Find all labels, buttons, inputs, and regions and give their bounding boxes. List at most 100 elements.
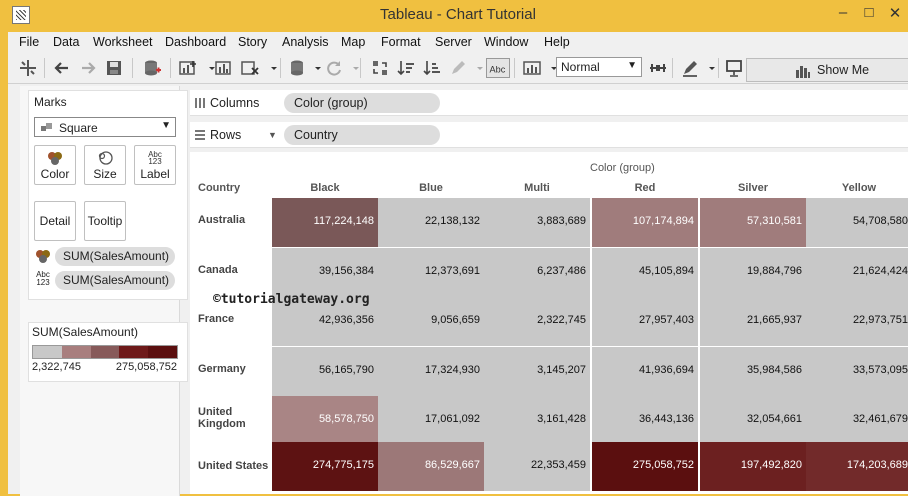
view-cards-icon[interactable] <box>522 58 542 78</box>
heatmap-cell[interactable]: 36,443,136 <box>592 396 698 445</box>
heatmap-cell[interactable]: 12,373,691 <box>378 248 484 297</box>
label-button[interactable]: Abc 123 Label <box>134 145 176 185</box>
heatmap-cell[interactable]: 17,324,930 <box>378 347 484 396</box>
pen-dropdown-icon[interactable] <box>702 58 715 78</box>
heatmap-cell[interactable]: 56,165,790 <box>272 347 378 396</box>
column-header-black[interactable]: Black <box>272 182 378 194</box>
clear-sheet-icon[interactable] <box>240 58 260 78</box>
sort-ascending-icon[interactable] <box>396 58 416 78</box>
mark-type-select[interactable]: Square ▼ <box>34 117 176 137</box>
maximize-button[interactable]: □ <box>856 4 882 21</box>
column-header-red[interactable]: Red <box>592 182 698 194</box>
heatmap-cell[interactable]: 2,322,745 <box>484 297 590 346</box>
heatmap-cell[interactable]: 35,984,586 <box>700 347 806 396</box>
refresh-icon[interactable] <box>324 58 344 78</box>
menu-map[interactable]: Map <box>341 35 365 49</box>
heatmap-cell[interactable]: 19,884,796 <box>700 248 806 297</box>
heatmap-cell[interactable]: 86,529,667 <box>378 442 484 491</box>
row-header-australia[interactable]: Australia <box>198 214 278 226</box>
row-header-united-states[interactable]: United States <box>198 460 278 472</box>
menu-window[interactable]: Window <box>484 35 528 49</box>
data-connection-dropdown-icon[interactable] <box>308 58 321 78</box>
heatmap-cell[interactable]: 17,061,092 <box>378 396 484 445</box>
heatmap-cell[interactable]: 21,624,424 <box>806 248 908 297</box>
heatmap-cell[interactable]: 174,203,689 <box>806 442 908 491</box>
show-me-button[interactable]: Show Me <box>746 58 908 82</box>
highlight-dropdown-icon[interactable] <box>470 58 483 78</box>
heatmap-cell[interactable]: 3,883,689 <box>484 198 590 247</box>
color-pill[interactable]: SUM(SalesAmount) <box>55 247 175 266</box>
view-cards-dropdown-icon[interactable] <box>544 58 557 78</box>
heatmap-cell[interactable]: 54,708,580 <box>806 198 908 247</box>
show-mark-labels-icon[interactable]: Abc <box>486 58 510 78</box>
heatmap-cell[interactable]: 33,573,095 <box>806 347 908 396</box>
heatmap-cell[interactable]: 6,237,486 <box>484 248 590 297</box>
columns-shelf[interactable]: Columns Color (group) <box>190 90 908 116</box>
clear-sheet-dropdown-icon[interactable] <box>264 58 277 78</box>
heatmap-cell[interactable]: 57,310,581 <box>700 198 806 247</box>
heatmap-cell[interactable]: 45,105,894 <box>592 248 698 297</box>
menu-worksheet[interactable]: Worksheet <box>93 35 153 49</box>
column-header-blue[interactable]: Blue <box>378 182 484 194</box>
undo-icon[interactable] <box>52 58 72 78</box>
detail-button[interactable]: Detail <box>34 201 76 241</box>
column-header-silver[interactable]: Silver <box>700 182 806 194</box>
legend-color-ramp[interactable] <box>32 345 178 359</box>
heatmap-cell[interactable]: 9,056,659 <box>378 297 484 346</box>
fit-select[interactable]: Normal ▼ <box>556 57 642 77</box>
heatmap-cell[interactable]: 3,161,428 <box>484 396 590 445</box>
menu-help[interactable]: Help <box>544 35 570 49</box>
save-icon[interactable] <box>104 58 124 78</box>
tooltip-button[interactable]: Tooltip <box>84 201 126 241</box>
heatmap-cell[interactable]: 3,145,207 <box>484 347 590 396</box>
row-header-france[interactable]: France <box>198 313 278 325</box>
heatmap-cell[interactable]: 41,936,694 <box>592 347 698 396</box>
heatmap-cell[interactable]: 58,578,750 <box>272 396 378 445</box>
pen-icon[interactable] <box>680 58 700 78</box>
new-worksheet-icon[interactable] <box>178 58 198 78</box>
menu-story[interactable]: Story <box>238 35 267 49</box>
heatmap-cell[interactable]: 39,156,384 <box>272 248 378 297</box>
color-button[interactable]: Color <box>34 145 76 185</box>
heatmap-cell[interactable]: 22,973,751 <box>806 297 908 346</box>
fix-axes-icon[interactable] <box>648 58 668 78</box>
row-header-united-kingdom[interactable]: United Kingdom <box>198 406 278 430</box>
row-header-canada[interactable]: Canada <box>198 264 278 276</box>
heatmap-cell[interactable]: 22,138,132 <box>378 198 484 247</box>
sort-descending-icon[interactable] <box>422 58 442 78</box>
duplicate-sheet-icon[interactable] <box>214 58 234 78</box>
heatmap-cell[interactable]: 117,224,148 <box>272 198 378 247</box>
heatmap-cell[interactable]: 32,054,661 <box>700 396 806 445</box>
highlight-icon[interactable] <box>448 58 468 78</box>
tableau-logo-icon[interactable] <box>18 58 38 78</box>
menu-format[interactable]: Format <box>381 35 421 49</box>
label-pill[interactable]: SUM(SalesAmount) <box>55 271 175 290</box>
menu-dashboard[interactable]: Dashboard <box>165 35 226 49</box>
heatmap-cell[interactable]: 27,957,403 <box>592 297 698 346</box>
swap-rows-columns-icon[interactable] <box>370 58 390 78</box>
rows-shelf[interactable]: Rows ▼ Country <box>190 122 908 148</box>
data-connection-icon[interactable] <box>288 58 308 78</box>
heatmap-cell[interactable]: 32,461,679 <box>806 396 908 445</box>
redo-icon[interactable] <box>78 58 98 78</box>
row-header-germany[interactable]: Germany <box>198 363 278 375</box>
heatmap-cell[interactable]: 21,665,937 <box>700 297 806 346</box>
presentation-mode-icon[interactable] <box>724 58 744 78</box>
new-worksheet-dropdown-icon[interactable] <box>202 58 215 78</box>
size-button[interactable]: Size <box>84 145 126 185</box>
rows-pill[interactable]: Country <box>284 125 440 145</box>
heatmap-cell[interactable]: 107,174,894 <box>592 198 698 247</box>
close-button[interactable]: ✕ <box>882 4 908 22</box>
heatmap-cell[interactable]: 22,353,459 <box>484 442 590 491</box>
column-header-multi[interactable]: Multi <box>484 182 590 194</box>
heatmap-cell[interactable]: 275,058,752 <box>592 442 698 491</box>
minimize-button[interactable]: ‒ <box>830 4 856 21</box>
menu-file[interactable]: File <box>19 35 39 49</box>
heatmap-cell[interactable]: 197,492,820 <box>700 442 806 491</box>
menu-analysis[interactable]: Analysis <box>282 35 329 49</box>
column-header-yellow[interactable]: Yellow <box>806 182 908 194</box>
columns-pill[interactable]: Color (group) <box>284 93 440 113</box>
menu-data[interactable]: Data <box>53 35 79 49</box>
menu-server[interactable]: Server <box>435 35 472 49</box>
new-data-source-icon[interactable] <box>142 58 162 78</box>
